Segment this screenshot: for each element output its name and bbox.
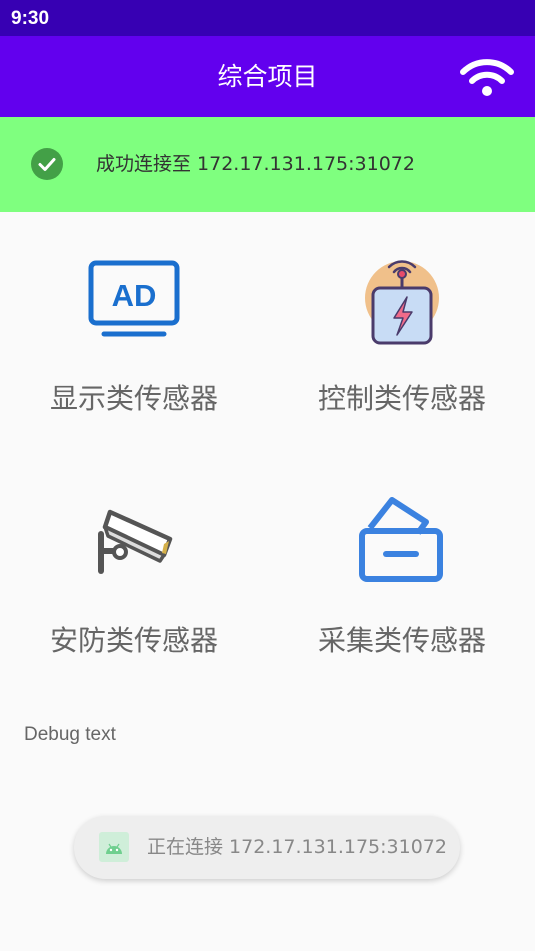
connection-banner: 成功连接至 172.17.131.175:31072 xyxy=(0,117,535,212)
tile-label: 控制类传感器 xyxy=(317,382,486,415)
debug-text: Debug text xyxy=(24,724,116,745)
wifi-icon[interactable] xyxy=(459,54,515,98)
security-camera-icon xyxy=(84,497,184,597)
svg-text:AD: AD xyxy=(112,278,157,313)
tile-security-sensors[interactable]: 安防类传感器 xyxy=(0,497,268,737)
toast-message: 正在连接 172.17.131.175:31072 xyxy=(147,836,447,858)
tile-control-sensors[interactable]: 控制类传感器 xyxy=(268,255,535,495)
collection-box-icon xyxy=(352,497,452,597)
page-title: 综合项目 xyxy=(217,62,318,91)
power-device-icon xyxy=(352,255,452,355)
ad-display-icon: AD xyxy=(84,255,184,355)
tile-label: 采集类传感器 xyxy=(317,624,486,657)
status-time: 9:30 xyxy=(11,8,50,29)
tile-label: 安防类传感器 xyxy=(49,624,218,657)
check-circle-icon xyxy=(31,148,63,180)
app-bar: 综合项目 xyxy=(0,36,535,117)
toast: 正在连接 172.17.131.175:31072 xyxy=(74,816,460,879)
tile-label: 显示类传感器 xyxy=(49,382,218,415)
android-app-icon xyxy=(99,832,129,862)
connection-status-text: 成功连接至 172.17.131.175:31072 xyxy=(96,153,415,175)
status-bar: 9:30 xyxy=(0,0,535,36)
tile-collection-sensors[interactable]: 采集类传感器 xyxy=(268,497,535,737)
tile-display-sensors[interactable]: AD 显示类传感器 xyxy=(0,255,268,495)
